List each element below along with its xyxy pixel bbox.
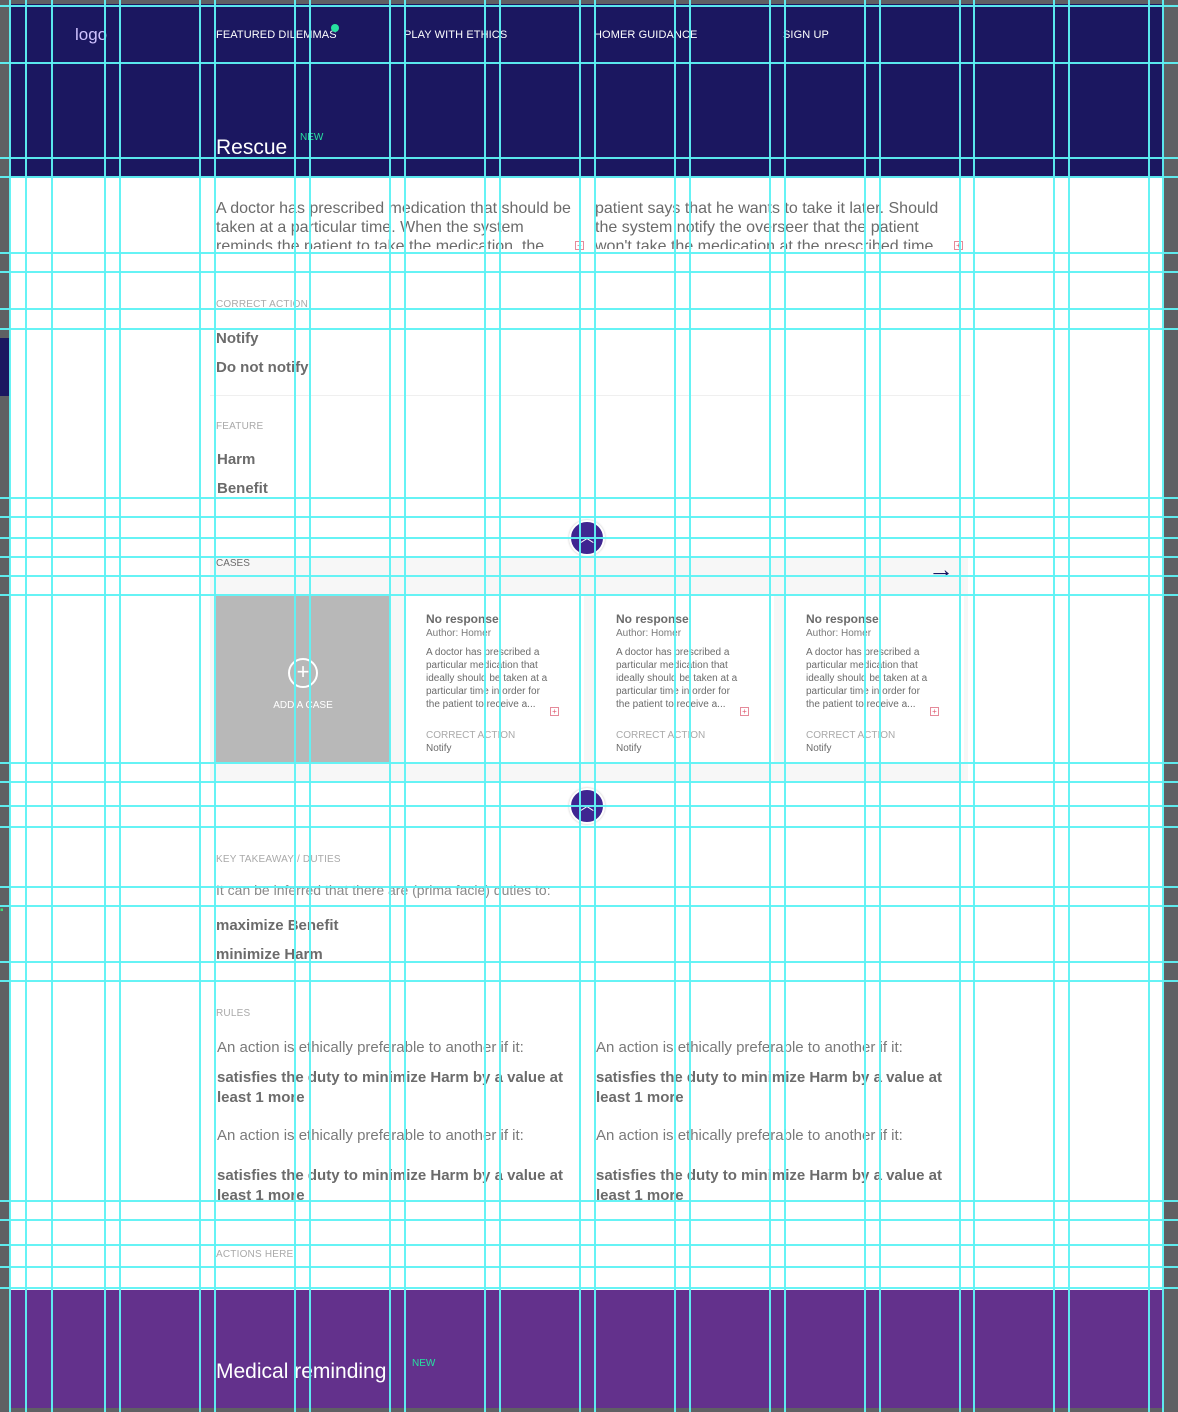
case-description: A doctor has prescribed a particular med…: [806, 647, 928, 710]
expand-plus-icon[interactable]: +: [575, 241, 584, 250]
option-do-not-notify[interactable]: Do not notify: [216, 359, 308, 376]
case-card[interactable]: No response Author: Homer A doctor has p…: [596, 596, 774, 762]
case-correct-action-label: CORRECT ACTION: [806, 730, 896, 741]
case-author: Author: Homer: [426, 628, 492, 639]
case-correct-action-value: Notify: [806, 743, 832, 754]
case-card[interactable]: No response Author: Homer A doctor has p…: [406, 596, 584, 762]
nav-homer-guidance[interactable]: HOMER GUIDANCE: [594, 29, 697, 41]
expand-plus-icon[interactable]: +: [550, 707, 559, 716]
duty-item: minimize Harm: [216, 946, 323, 963]
next-dilemma-banner[interactable]: [10, 1290, 1164, 1408]
feature-harm[interactable]: Harm: [217, 451, 255, 468]
feature-benefit[interactable]: Benefit: [217, 480, 268, 497]
case-card[interactable]: No response Author: Homer A doctor has p…: [786, 596, 964, 762]
case-author: Author: Homer: [806, 628, 872, 639]
page-canvas: logo FEATURED DILEMMAS PLAY WITH ETHICS …: [10, 4, 1164, 1408]
rule-text: satisfies the duty to minimize Harm by a…: [217, 1069, 563, 1106]
nav-featured-dilemmas[interactable]: FEATURED DILEMMAS: [216, 29, 337, 41]
notification-dot: [331, 24, 339, 32]
plus-circle-icon: +: [288, 658, 318, 688]
case-correct-action-label: CORRECT ACTION: [616, 730, 706, 741]
arrow-right-icon[interactable]: →: [928, 556, 954, 582]
case-title: No response: [426, 612, 499, 626]
divider: [210, 395, 970, 396]
expand-plus-icon[interactable]: +: [954, 241, 963, 250]
dilemma-title: Rescue: [216, 136, 288, 159]
expand-plus-icon[interactable]: +: [740, 707, 749, 716]
duty-item: maximize Benefit: [216, 917, 339, 934]
add-case-button[interactable]: + ADD A CASE: [216, 596, 390, 762]
correct-action-label: CORRECT ACTION: [216, 299, 309, 310]
case-title: No response: [806, 612, 879, 626]
case-correct-action-value: Notify: [616, 743, 642, 754]
rule-intro: An action is ethically preferable to ano…: [596, 1127, 903, 1144]
expand-plus-icon[interactable]: +: [930, 707, 939, 716]
rules-label: RULES: [216, 1008, 251, 1019]
rule-text: satisfies the duty to minimize Harm by a…: [217, 1167, 563, 1204]
case-title: No response: [616, 612, 689, 626]
side-tab[interactable]: [0, 338, 10, 396]
case-correct-action-label: CORRECT ACTION: [426, 730, 516, 741]
rule-text: satisfies the duty to minimize Harm by a…: [596, 1069, 942, 1106]
chevron-up-icon[interactable]: ︿: [569, 520, 605, 556]
case-description: A doctor has prescribed a particular med…: [616, 647, 738, 710]
add-case-label: ADD A CASE: [273, 700, 333, 711]
description-col-2: patient says that he wants to take it la…: [595, 200, 939, 249]
nav-play-with-ethics[interactable]: PLAY WITH ETHICS: [404, 29, 507, 41]
rule-intro: An action is ethically preferable to ano…: [217, 1039, 524, 1056]
feature-label: FEATURE: [216, 421, 264, 432]
cases-label: CASES: [216, 558, 250, 569]
case-description: A doctor has prescribed a particular med…: [426, 647, 548, 710]
case-author: Author: Homer: [616, 628, 682, 639]
actions-label: ACTIONS HERE: [216, 1249, 294, 1260]
rule-text: satisfies the duty to minimize Harm by a…: [596, 1167, 942, 1204]
takeaway-label: KEY TAKEAWAY / DUTIES: [216, 854, 341, 865]
option-notify[interactable]: Notify: [216, 330, 259, 347]
rule-intro: An action is ethically preferable to ano…: [596, 1039, 903, 1056]
page-root: ▪ logo FEATURED DILEMMAS PLAY WITH ETHIC…: [0, 0, 1178, 1412]
next-dilemma-title[interactable]: Medical reminding: [216, 1360, 386, 1384]
description-col-1: A doctor has prescribed medication that …: [216, 200, 571, 249]
top-header: logo FEATURED DILEMMAS PLAY WITH ETHICS …: [10, 4, 1164, 178]
chevron-up-icon[interactable]: ︿: [569, 788, 605, 824]
nav-sign-up[interactable]: SIGN UP: [783, 29, 829, 41]
takeaway-text: It can be inferred that there are (prima…: [216, 882, 551, 898]
new-badge: NEW: [412, 1358, 436, 1369]
new-badge: NEW: [300, 132, 324, 143]
side-marker: ▪: [0, 905, 4, 916]
case-correct-action-value: Notify: [426, 743, 452, 754]
rule-intro: An action is ethically preferable to ano…: [217, 1127, 524, 1144]
logo[interactable]: logo: [75, 25, 107, 45]
